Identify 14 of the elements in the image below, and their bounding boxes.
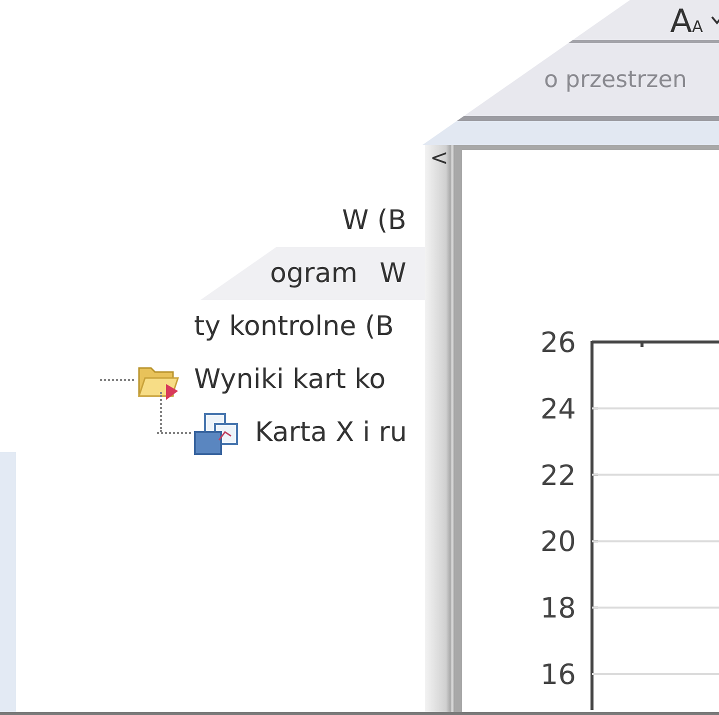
font-size-button[interactable]: AA (668, 3, 705, 37)
y-tick-label: 26 (540, 326, 576, 359)
y-tick-label: 20 (540, 525, 576, 558)
y-tick-label: 18 (540, 592, 576, 625)
tree-row[interactable]: Karta X i ru (0, 406, 425, 459)
tree-item-label[interactable]: ty kontrolne (B (194, 311, 394, 342)
tree-item-label[interactable]: Wyniki kart ko (194, 364, 386, 395)
tree-item-label[interactable]: Karta X i ru (255, 417, 407, 448)
tree-row[interactable]: ty kontrolne (B (0, 300, 425, 353)
y-tick-label: 16 (540, 658, 576, 691)
y-tick-label: 22 (540, 458, 576, 492)
tree-row[interactable]: Wyniki kart ko (0, 353, 425, 406)
tree-item-label[interactable]: W (B (342, 205, 406, 236)
y-tick-label: 24 (540, 392, 576, 426)
